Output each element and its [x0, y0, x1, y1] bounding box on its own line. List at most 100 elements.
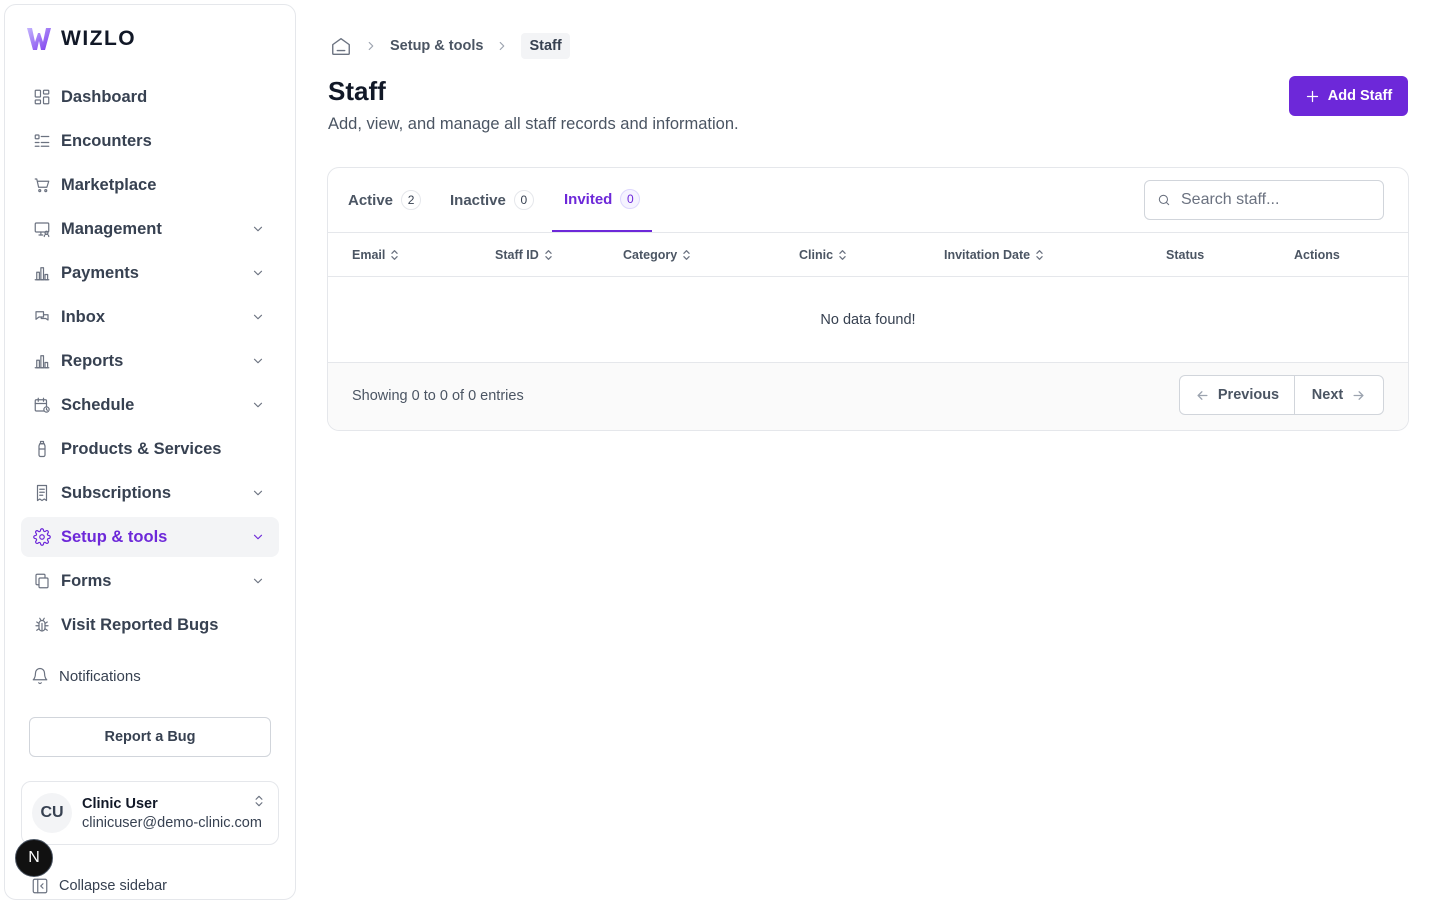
chevron-down-icon-wrap	[251, 310, 265, 324]
sidebar-item-label: Products & Services	[61, 439, 222, 458]
breadcrumb-current: Staff	[521, 33, 570, 59]
page-subtitle: Add, view, and manage all staff records …	[328, 115, 739, 133]
column-header-clinic[interactable]: Clinic	[799, 233, 847, 277]
sidebar-item-label: Dashboard	[61, 87, 148, 106]
search-input[interactable]	[1181, 191, 1371, 209]
sidebar-item-payments[interactable]: Payments	[21, 253, 279, 293]
tab-label: Active	[348, 191, 394, 209]
sort-icon	[1036, 250, 1043, 260]
search-box	[1144, 180, 1384, 220]
column-header-invitation-date[interactable]: Invitation Date	[944, 233, 1044, 277]
page-title: Staff	[328, 76, 386, 106]
home-icon[interactable]	[330, 35, 352, 57]
column-header-actions: Actions	[1294, 233, 1340, 277]
sidebar: WIZLO Dashboard Encounters Marketplace Mana…	[4, 4, 296, 900]
next-page-button[interactable]: Next	[1295, 376, 1383, 414]
pagination: Previous Next	[1179, 375, 1384, 415]
sidebar-item-label: Subscriptions	[61, 483, 172, 502]
chevron-down-icon-wrap	[251, 398, 265, 412]
column-header-label: Status	[1166, 248, 1205, 262]
dashboard-icon	[33, 88, 51, 106]
list-icon	[33, 132, 51, 150]
sidebar-item-management[interactable]: Management	[21, 209, 279, 249]
sort-icon	[839, 250, 846, 260]
search-icon	[1158, 194, 1170, 206]
sidebar-item-schedule[interactable]: Schedule	[21, 385, 279, 425]
column-header-label: Actions	[1294, 248, 1340, 262]
chevron-right-icon	[500, 41, 505, 51]
tab-inactive[interactable]: Inactive 0	[438, 168, 546, 232]
chevron-down-icon-wrap	[251, 266, 265, 280]
column-header-staff-id[interactable]: Staff ID	[495, 233, 553, 277]
previous-label: Previous	[1217, 387, 1280, 403]
collapse-sidebar-label: Collapse sidebar	[59, 878, 168, 894]
user-email: clinicuser@demo-clinic.com	[82, 814, 262, 831]
wizlo-logo-icon	[27, 28, 51, 50]
chevron-down-icon-wrap	[251, 222, 265, 236]
sidebar-item-label: Setup & tools	[61, 527, 168, 546]
breadcrumb: Setup & tools Staff	[330, 32, 570, 60]
sidebar-collapse-icon	[32, 878, 48, 894]
arrow-left-icon	[1197, 390, 1208, 400]
monitor-user-icon	[33, 220, 51, 238]
sidebar-item-label: Schedule	[61, 395, 135, 414]
bottle-icon	[33, 440, 51, 458]
tab-invited[interactable]: Invited 0	[552, 168, 653, 232]
sidebar-item-label: Inbox	[61, 307, 105, 326]
sidebar-item-subscriptions[interactable]: Subscriptions	[21, 473, 279, 513]
add-staff-label: Add Staff	[1327, 88, 1393, 104]
table-footer: Showing 0 to 0 of 0 entries Previous Nex…	[328, 362, 1408, 430]
chevron-down-icon	[253, 534, 263, 540]
dev-tools-badge[interactable]: N	[15, 839, 53, 877]
sidebar-item-marketplace[interactable]: Marketplace	[21, 165, 279, 205]
chevron-down-icon	[253, 578, 263, 584]
staff-table-card: Active 2 Inactive 0 Invited 0 Email Staff…	[327, 167, 1409, 431]
tab-label: Invited	[564, 190, 613, 208]
chevron-down-icon-wrap	[251, 486, 265, 500]
chevron-down-icon	[253, 314, 263, 320]
tab-active[interactable]: Active 2	[336, 168, 433, 232]
column-header-category[interactable]: Category	[623, 233, 691, 277]
brand-logo[interactable]: WIZLO	[25, 25, 136, 53]
previous-page-button[interactable]: Previous	[1180, 376, 1295, 414]
chevron-down-icon	[253, 490, 263, 496]
sidebar-item-label: Forms	[61, 571, 112, 590]
empty-state: No data found!	[820, 312, 916, 328]
sidebar-item-label: Payments	[61, 263, 139, 282]
sidebar-nav: Dashboard Encounters Marketplace Management…	[21, 77, 279, 649]
sidebar-item-dashboard[interactable]: Dashboard	[21, 77, 279, 117]
collapse-sidebar-button[interactable]: Collapse sidebar	[31, 877, 167, 895]
chevron-down-icon	[253, 226, 263, 232]
report-bug-button[interactable]: Report a Bug	[29, 717, 271, 757]
tab-count-badge: 0	[620, 189, 641, 209]
arrow-right-icon	[1353, 390, 1364, 400]
sidebar-item-reports[interactable]: Reports	[21, 341, 279, 381]
notifications-link[interactable]: Notifications	[31, 667, 141, 685]
sidebar-item-encounters[interactable]: Encounters	[21, 121, 279, 161]
user-name: Clinic User	[82, 795, 158, 812]
sidebar-item-forms[interactable]: Forms	[21, 561, 279, 601]
column-header-email[interactable]: Email	[352, 233, 399, 277]
plus-icon	[1306, 90, 1318, 102]
column-header-label: Email	[352, 248, 386, 262]
bell-icon	[32, 667, 48, 685]
sidebar-item-products-and-services[interactable]: Products & Services	[21, 429, 279, 469]
sidebar-item-label: Marketplace	[61, 175, 157, 194]
chevron-down-icon	[253, 358, 263, 364]
chevron-down-icon	[253, 402, 263, 408]
calendar-clock-icon	[33, 396, 51, 414]
gear-icon	[33, 528, 51, 546]
column-header-label: Staff ID	[495, 248, 539, 262]
notifications-label: Notifications	[59, 667, 141, 685]
avatar: CU	[32, 793, 72, 833]
sidebar-item-inbox[interactable]: Inbox	[21, 297, 279, 337]
sidebar-item-setup-and-tools[interactable]: Setup & tools	[21, 517, 279, 557]
status-tabs: Active 2 Inactive 0 Invited 0	[328, 168, 1408, 233]
column-header-label: Clinic	[799, 248, 834, 262]
sidebar-item-label: Management	[61, 219, 162, 238]
user-menu[interactable]: CU Clinic User clinicuser@demo-clinic.co…	[21, 781, 279, 845]
chevron-down-icon-wrap	[251, 354, 265, 368]
breadcrumb-setup-tools[interactable]: Setup & tools	[390, 38, 483, 54]
add-staff-button[interactable]: Add Staff	[1289, 76, 1408, 116]
sidebar-item-visit-reported-bugs[interactable]: Visit Reported Bugs	[21, 605, 279, 645]
